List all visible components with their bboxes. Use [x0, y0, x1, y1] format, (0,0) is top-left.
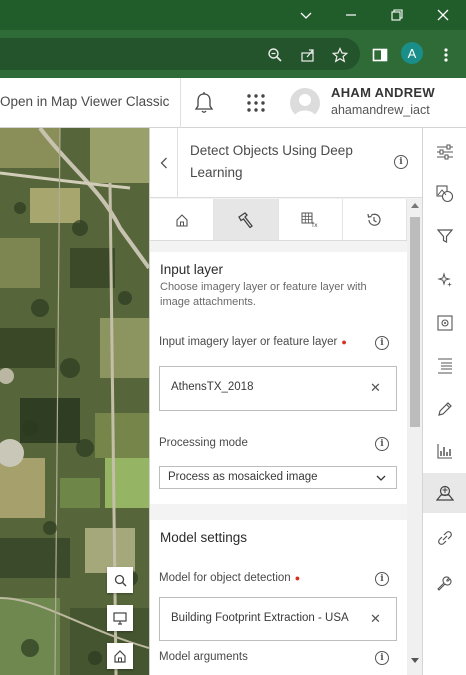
- chevron-left-icon: [160, 157, 167, 169]
- tab-history[interactable]: [343, 199, 407, 240]
- model-settings-heading: Model settings: [160, 530, 248, 545]
- image-settings-button[interactable]: [423, 303, 466, 343]
- map-display-button[interactable]: [107, 605, 133, 631]
- properties-button[interactable]: [423, 132, 466, 172]
- model-value: Building Footprint Extraction - USA: [171, 612, 349, 624]
- app-header: Open in Map Viewer Classic AHAM ANDREW a…: [0, 78, 466, 128]
- model-settings-section: Model settings Model for object detectio…: [150, 520, 407, 675]
- image-gear-icon: [437, 315, 453, 331]
- scrollbar-thumb[interactable]: [410, 217, 420, 427]
- back-button[interactable]: [150, 128, 178, 198]
- hammer-icon: [238, 211, 253, 228]
- restore-icon[interactable]: [374, 0, 420, 30]
- app-launcher-icon[interactable]: [246, 93, 266, 118]
- fields-button[interactable]: [423, 346, 466, 386]
- input-layer-description: Choose imagery layer or feature layer wi…: [160, 281, 367, 308]
- input-layer-field[interactable]: AthensTX_2018 ✕: [159, 366, 397, 411]
- sketch-button[interactable]: [423, 389, 466, 429]
- zoom-icon[interactable]: [265, 45, 285, 65]
- analysis-button[interactable]: [423, 473, 466, 513]
- close-window-icon[interactable]: [420, 0, 466, 30]
- right-toolbar: [422, 128, 466, 675]
- processing-mode-info-icon[interactable]: i: [375, 437, 389, 451]
- browser-toolbar: A: [0, 30, 466, 78]
- notifications-bell-icon[interactable]: [193, 91, 215, 120]
- tab-tools[interactable]: [214, 199, 279, 240]
- measure-button[interactable]: [423, 518, 466, 558]
- scroll-up-icon[interactable]: [411, 202, 419, 208]
- tab-raster-functions[interactable]: fx: [279, 199, 343, 240]
- sliders-icon: [437, 144, 453, 160]
- panel-header: Detect Objects Using Deep Learning i: [150, 128, 423, 198]
- input-layer-section: Input layer Choose imagery layer or feat…: [150, 252, 407, 504]
- processing-mode-label: Processing mode: [159, 437, 248, 449]
- user-name[interactable]: AHAM ANDREW: [331, 85, 435, 100]
- open-classic-link[interactable]: Open in Map Viewer Classic: [0, 94, 169, 109]
- chart-icon: [437, 444, 452, 459]
- tab-home[interactable]: [150, 199, 215, 240]
- tab-search-chevron-icon[interactable]: [283, 0, 329, 30]
- chevron-down-icon: [376, 475, 386, 481]
- input-layer-label: Input imagery layer or feature layer ●: [159, 336, 347, 348]
- panel-tabs: fx: [150, 199, 407, 241]
- model-info-icon[interactable]: i: [375, 572, 389, 586]
- panel-scrollbar[interactable]: [407, 199, 423, 675]
- clear-model-icon[interactable]: ✕: [370, 611, 381, 627]
- model-field[interactable]: Building Footprint Extraction - USA ✕: [159, 597, 397, 641]
- home-icon: [176, 213, 188, 227]
- filter-button[interactable]: [423, 216, 466, 256]
- home-icon: [114, 650, 126, 663]
- map-home-button[interactable]: [107, 643, 133, 669]
- share-icon[interactable]: [298, 45, 318, 65]
- wrench-icon: [437, 576, 452, 591]
- pencil-icon: [438, 402, 452, 416]
- more-menu-icon[interactable]: [436, 45, 456, 65]
- required-marker: ●: [341, 337, 347, 347]
- raster-function-icon: fx: [301, 212, 318, 228]
- panel-content: Input layer Choose imagery layer or feat…: [150, 242, 407, 675]
- scroll-down-icon[interactable]: [411, 658, 419, 664]
- processing-mode-select[interactable]: Process as mosaicked image: [159, 466, 397, 489]
- effects-button[interactable]: [423, 260, 466, 300]
- map-search-button[interactable]: [107, 567, 133, 593]
- filter-icon: [437, 229, 453, 243]
- input-layer-info-icon[interactable]: i: [375, 336, 389, 350]
- model-label: Model for object detection ●: [159, 572, 301, 584]
- browser-title-bar: [0, 0, 466, 30]
- map-view[interactable]: [0, 128, 149, 675]
- header-divider: [180, 78, 181, 128]
- sparkle-icon: [437, 272, 452, 287]
- tools-button[interactable]: [423, 564, 466, 604]
- side-panel-icon[interactable]: [370, 45, 390, 65]
- list-align-icon: [438, 358, 452, 374]
- input-layer-value: AthensTX_2018: [171, 381, 254, 393]
- tool-panel: Detect Objects Using Deep Learning i fx …: [149, 128, 423, 675]
- charts-button[interactable]: [423, 431, 466, 471]
- history-icon: [367, 213, 381, 226]
- model-arguments-info-icon[interactable]: i: [375, 651, 389, 665]
- minimize-icon[interactable]: [328, 0, 374, 30]
- input-layer-heading: Input layer: [160, 262, 224, 277]
- user-handle: ahamandrew_iact: [331, 103, 430, 117]
- search-icon: [114, 574, 126, 586]
- link-icon: [438, 531, 452, 545]
- styles-button[interactable]: [423, 174, 466, 214]
- panel-title: Detect Objects Using Deep Learning: [190, 143, 353, 180]
- analysis-icon: [436, 485, 454, 501]
- clear-input-layer-icon[interactable]: ✕: [370, 380, 381, 396]
- user-avatar[interactable]: [290, 88, 320, 118]
- model-arguments-label: Model arguments: [159, 651, 248, 663]
- processing-mode-value: Process as mosaicked image: [168, 471, 318, 483]
- tool-info-icon[interactable]: i: [394, 155, 408, 169]
- profile-avatar[interactable]: A: [401, 42, 423, 64]
- svg-text:fx: fx: [312, 222, 318, 228]
- monitor-icon: [113, 611, 127, 625]
- bookmark-star-icon[interactable]: [330, 45, 350, 65]
- styles-shapes-icon: [436, 185, 454, 203]
- required-marker: ●: [294, 573, 301, 583]
